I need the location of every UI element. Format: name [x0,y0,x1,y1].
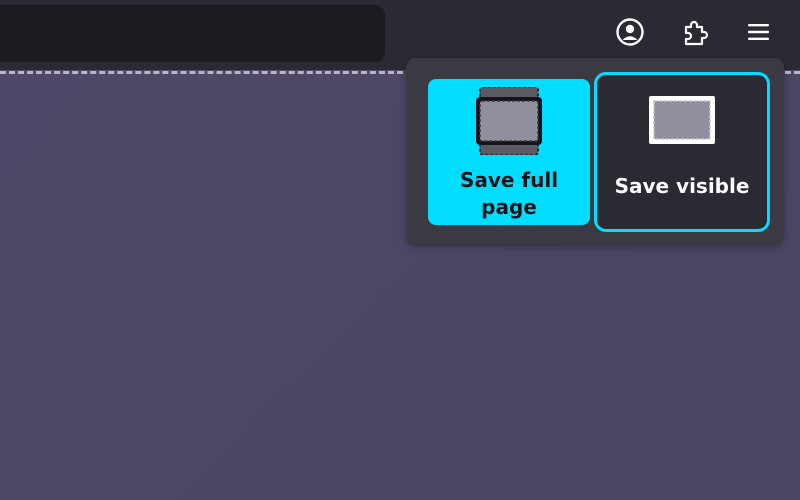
full-page-icon [476,79,542,159]
extensions-button[interactable] [677,16,713,52]
account-button[interactable] [612,16,648,52]
menu-icon [744,18,772,50]
save-full-page-button[interactable]: Save full page [428,79,590,225]
extensions-icon [679,16,711,52]
save-visible-button[interactable]: Save visible [594,72,770,232]
visible-area-icon [648,75,716,149]
save-full-page-label: Save full page [459,168,559,219]
save-visible-label: Save visible [614,174,750,198]
account-icon [614,16,646,52]
screenshot-options-panel: Save full page Save visible [406,58,784,246]
menu-button[interactable] [740,16,776,52]
url-bar[interactable] [0,5,385,62]
